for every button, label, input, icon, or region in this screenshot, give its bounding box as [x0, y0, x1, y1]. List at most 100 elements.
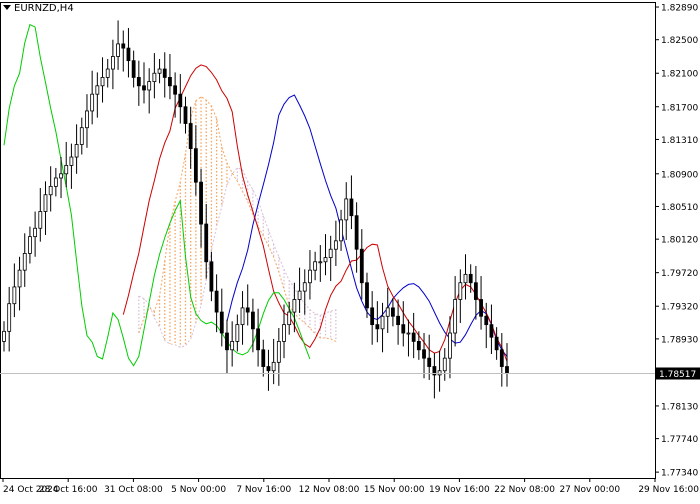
candle-body — [199, 181, 203, 225]
candle-body — [240, 307, 245, 326]
candle-body — [308, 269, 312, 284]
candle-body — [365, 282, 369, 309]
x-tick-label: 29 Nov 16:00 — [638, 485, 699, 495]
candle-body — [53, 177, 58, 187]
candle-body — [411, 332, 416, 342]
candle-body — [453, 299, 458, 334]
candle-body — [416, 341, 421, 351]
candle-body — [344, 198, 349, 221]
candle-body — [17, 269, 22, 288]
chart-svg: 1.78517 1.82890 1.82500 1.82100 1.81700 1.81… — [0, 2, 700, 495]
x-tick-label: 7 Nov 16:00 — [236, 485, 291, 495]
candle-body — [458, 282, 463, 300]
plot-frame — [0, 2, 656, 479]
candle-body — [225, 332, 229, 351]
candle-body — [333, 240, 338, 250]
chart[interactable]: 1.78517 1.82890 1.82500 1.82100 1.81700 1.81… — [0, 0, 700, 500]
candle-body — [271, 361, 276, 372]
candle-body — [489, 324, 494, 338]
candle-body — [142, 85, 146, 91]
candle-body — [90, 93, 95, 112]
candle-body — [2, 330, 6, 342]
candle-body — [375, 324, 380, 330]
candle-body — [214, 290, 219, 313]
candle-body — [22, 253, 27, 271]
candle-body — [105, 68, 110, 78]
candle-body — [484, 315, 489, 326]
candle-body — [282, 324, 286, 342]
y-tick-label: 1.78930 — [661, 335, 698, 345]
candle-body — [48, 185, 53, 196]
y-tick-label: 1.80120 — [661, 236, 698, 246]
y-tick-label: 1.80900 — [661, 170, 698, 180]
candle-body — [245, 307, 250, 313]
candle-body — [126, 47, 131, 62]
candle-body — [391, 307, 395, 317]
x-tick-label: 22 Nov 08:00 — [494, 485, 555, 495]
candle-body — [136, 77, 141, 87]
candle-body — [7, 303, 12, 332]
candle-body — [468, 273, 473, 284]
candle-body — [473, 282, 478, 300]
candle-body — [256, 328, 260, 351]
dropdown-triangle-icon — [3, 5, 11, 10]
y-tick-label: 1.82890 — [661, 4, 698, 14]
candle-body — [370, 307, 375, 326]
candle-body — [313, 261, 318, 271]
candle-body — [38, 211, 43, 229]
x-tick-label: 19 Nov 16:00 — [429, 485, 490, 495]
candle-body — [121, 43, 126, 49]
candle-body — [95, 85, 100, 95]
candle-body — [437, 370, 442, 376]
candle-body — [266, 366, 271, 372]
x-tick-label: 15 Nov 00:00 — [364, 485, 425, 495]
candle-body — [230, 341, 235, 351]
x-tick-label: 28 Oct 16:00 — [39, 485, 98, 495]
candle-body — [209, 261, 214, 292]
candle-body — [188, 123, 193, 150]
candle-body — [499, 349, 504, 367]
candle-body — [318, 261, 323, 264]
y-tick-label: 1.77740 — [661, 435, 698, 445]
y-tick-label: 1.80510 — [661, 203, 698, 213]
candle-body — [380, 315, 385, 330]
candle-body — [152, 72, 157, 83]
candle-body — [349, 198, 354, 217]
candle-body — [359, 248, 364, 284]
candle-body — [328, 248, 333, 258]
x-tick-label: 5 Nov 00:00 — [171, 485, 226, 495]
candle-body — [168, 77, 172, 87]
candle-body — [422, 349, 426, 359]
chart-title: EURNZD,H4 — [3, 3, 74, 14]
candle-body — [235, 324, 240, 342]
candle-body — [401, 324, 406, 334]
y-tick-label: 1.79720 — [661, 269, 698, 279]
y-tick-label: 1.79320 — [661, 303, 698, 313]
candle-body — [505, 366, 509, 374]
y-tick-label: 1.78130 — [661, 402, 698, 412]
candle-body — [406, 332, 411, 335]
y-tick-label: 1.82500 — [661, 36, 698, 46]
candle-body — [131, 60, 136, 78]
y-tick-label: 1.81700 — [661, 103, 698, 113]
candle-body — [323, 257, 328, 263]
y-tick-label: 1.81310 — [661, 136, 698, 146]
candle-body — [396, 315, 400, 326]
candle-body — [251, 311, 255, 330]
candle-body — [261, 349, 266, 367]
candle-body — [385, 307, 390, 317]
candle-body — [162, 68, 167, 78]
x-tick-label: 12 Nov 08:00 — [299, 485, 360, 495]
candle-body — [59, 173, 63, 179]
candle-body — [28, 236, 32, 254]
current-price-label: 1.78517 — [659, 370, 696, 380]
candle-body — [354, 215, 359, 250]
candle-body — [157, 68, 162, 74]
candle-body — [297, 290, 302, 300]
candle-body — [43, 194, 48, 212]
candle-body — [463, 273, 468, 284]
candle-body — [173, 85, 178, 95]
candle-body — [74, 144, 79, 158]
candle-body — [494, 336, 499, 351]
candle-body — [183, 106, 188, 124]
